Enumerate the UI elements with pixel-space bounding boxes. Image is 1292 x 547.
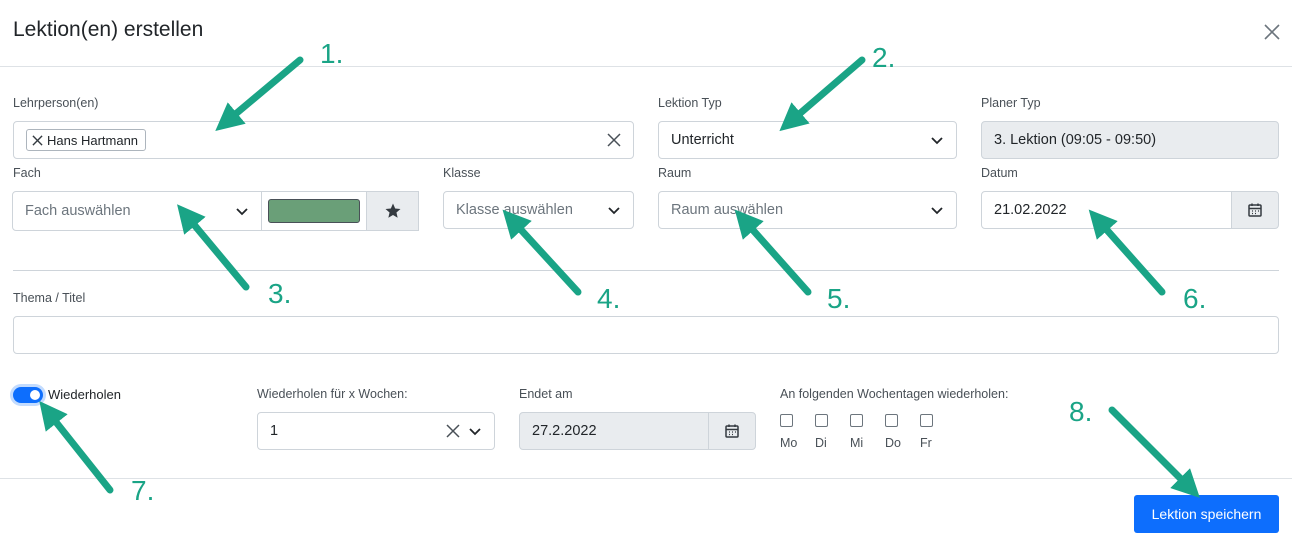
weekdays-label: An folgenden Wochentagen wiederholen: [780, 387, 1009, 401]
color-swatch [268, 199, 360, 223]
weeks-label: Wiederholen für x Wochen: [257, 387, 408, 401]
annotation-number-3: 3. [268, 278, 292, 309]
save-button[interactable]: Lektion speichern [1134, 495, 1279, 533]
annotation-number-7: 7. [131, 475, 155, 506]
weekday-label-mo: Mo [780, 436, 798, 450]
planer-typ-value: 3. Lektion (09:05 - 09:50) [994, 132, 1157, 148]
wiederholen-toggle[interactable] [13, 387, 43, 403]
chevron-down-icon [931, 137, 943, 145]
weekday-checkbox-fr[interactable] [920, 414, 933, 427]
endet-label: Endet am [519, 387, 573, 401]
weeks-select[interactable]: 1 [257, 412, 495, 450]
annotation-arrow-5 [734, 209, 812, 296]
weekday-checkbox-mo[interactable] [780, 414, 793, 427]
annotation-number-6: 6. [1183, 283, 1207, 314]
planer-typ-label: Planer Typ [981, 96, 1041, 110]
section-divider [13, 270, 1279, 271]
fach-select[interactable]: Fach auswählen [12, 191, 262, 231]
lektion-typ-select[interactable]: Unterricht [658, 121, 957, 159]
weekday-checkbox-mi[interactable] [850, 414, 863, 427]
weekday-checkbox-do[interactable] [885, 414, 898, 427]
datum-calendar-button[interactable] [1231, 191, 1279, 229]
datum-label: Datum [981, 166, 1018, 180]
lehrperson-tag[interactable]: Hans Hartmann [26, 129, 147, 151]
remove-tag-icon[interactable] [32, 134, 43, 146]
lektion-typ-label: Lektion Typ [658, 96, 722, 110]
annotation-number-2: 2. [872, 42, 896, 73]
klasse-select[interactable]: Klasse auswählen [443, 191, 634, 229]
fach-color-picker[interactable] [261, 191, 367, 231]
lehrperson-label: Lehrperson(en) [13, 96, 99, 110]
favorite-button[interactable] [366, 191, 419, 231]
endet-calendar-button[interactable] [708, 412, 756, 450]
fach-label: Fach [13, 166, 41, 180]
header-divider [0, 66, 1292, 67]
footer-divider [0, 478, 1292, 479]
endet-input: 27.2.2022 [519, 412, 709, 450]
wiederholen-label: Wiederholen [48, 387, 121, 402]
weekday-label-mi: Mi [850, 436, 864, 450]
fach-placeholder: Fach auswählen [25, 203, 131, 219]
calendar-icon [725, 424, 739, 438]
annotation-number-4: 4. [597, 283, 621, 314]
raum-select[interactable]: Raum auswählen [658, 191, 957, 229]
weekday-label-do: Do [885, 436, 901, 450]
annotation-arrow-1 [215, 56, 304, 131]
klasse-placeholder: Klasse auswählen [456, 202, 573, 218]
annotation-arrows [39, 56, 1200, 498]
calendar-icon [1248, 203, 1262, 217]
chevron-down-icon [469, 428, 481, 436]
chevron-down-icon [236, 208, 248, 216]
weekday-label-di: Di [815, 436, 827, 450]
star-icon [385, 203, 400, 218]
raum-placeholder: Raum auswählen [671, 202, 784, 218]
weekday-label-fr: Fr [920, 436, 932, 450]
annotation-arrow-6 [1088, 209, 1166, 296]
thema-label: Thema / Titel [13, 291, 86, 305]
annotation-number-1: 1. [320, 38, 344, 69]
klasse-label: Klasse [443, 166, 481, 180]
annotation-number-8: 8. [1069, 396, 1093, 427]
datum-value: 21.02.2022 [994, 202, 1067, 218]
annotation-arrow-8 [1108, 406, 1200, 498]
weeks-value: 1 [270, 423, 279, 439]
thema-input[interactable] [13, 316, 1279, 354]
lehrperson-select[interactable]: Hans Hartmann [13, 121, 634, 159]
annotation-arrow-4 [502, 209, 582, 296]
lehrperson-tag-label: Hans Hartmann [47, 132, 139, 148]
close-icon[interactable] [1262, 22, 1282, 42]
chevron-down-icon [608, 207, 620, 215]
chevron-down-icon [931, 207, 943, 215]
weekday-checkbox-di[interactable] [815, 414, 828, 427]
lektion-typ-value: Unterricht [671, 132, 734, 148]
annotation-arrow-2 [779, 56, 866, 132]
annotation-number-5: 5. [827, 283, 851, 314]
raum-label: Raum [658, 166, 692, 180]
clear-icon[interactable] [607, 133, 621, 147]
planer-typ-field: 3. Lektion (09:05 - 09:50) [981, 121, 1279, 159]
endet-value: 27.2.2022 [532, 423, 597, 439]
datum-input[interactable]: 21.02.2022 [981, 191, 1232, 229]
dialog-title: Lektion(en) erstellen [13, 18, 204, 41]
clear-icon[interactable] [446, 424, 460, 438]
